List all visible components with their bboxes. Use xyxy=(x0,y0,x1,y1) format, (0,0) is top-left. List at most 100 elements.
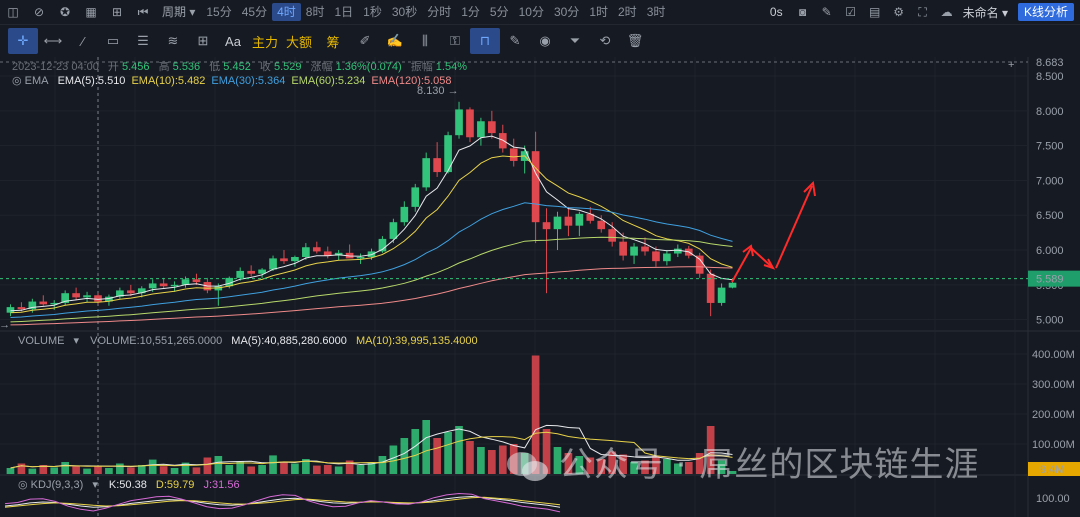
candle-body xyxy=(663,253,671,262)
volume-bar xyxy=(126,467,135,474)
volume-bar xyxy=(50,467,59,474)
kdj-line-k xyxy=(4,495,561,508)
candle-body xyxy=(17,307,26,310)
volume-bar xyxy=(61,462,70,474)
candle-body xyxy=(630,246,638,256)
wechat-icon xyxy=(507,451,548,481)
volume-bar xyxy=(258,465,266,474)
candle-body xyxy=(269,258,277,270)
current-price-label: 5.589 xyxy=(1036,274,1064,286)
volume-dropdown-icon[interactable]: ▾ xyxy=(74,335,80,347)
kdj-tick-label: 100.00 xyxy=(1036,493,1070,505)
kdj-j: J:31.56 xyxy=(203,479,240,491)
volume-legend: VOLUME ▾ VOLUME:10,551,265.0000 MA(5):40… xyxy=(18,334,478,347)
candle-body xyxy=(170,284,179,287)
volume-bar xyxy=(280,462,288,474)
volume-bar xyxy=(247,466,255,474)
volume-bar xyxy=(291,463,299,474)
candle-body xyxy=(673,248,682,254)
ohlc-date: 2023-12-23 04:00 xyxy=(12,61,99,73)
open-value: 5.456 xyxy=(121,61,150,73)
volume-tick-label: 400.00M xyxy=(1032,349,1075,361)
volume-bar xyxy=(28,468,37,474)
candle-body xyxy=(6,307,15,313)
open-label: 开 xyxy=(107,61,119,73)
plus-icon: + xyxy=(1008,59,1014,71)
volume-bar xyxy=(444,432,452,474)
volume-bar xyxy=(378,456,387,474)
volume-bar xyxy=(72,466,80,474)
volume-bar xyxy=(356,465,365,474)
volume-bar xyxy=(400,438,409,474)
kdj-legend: ◎ KDJ(9,3,3) ▾ K:50.38 D:59.79 J:31.56 xyxy=(18,478,240,491)
ema-line-30 xyxy=(10,202,733,318)
candle-body xyxy=(389,222,398,239)
high-label: 高 xyxy=(158,61,170,73)
volume-bar xyxy=(334,466,343,474)
ema-label: EMA xyxy=(24,75,49,87)
low-value: 5.452 xyxy=(223,61,251,73)
volume-bar xyxy=(477,447,485,474)
volume-bar xyxy=(225,465,234,474)
candle-body xyxy=(728,282,737,288)
volume-label: VOLUME xyxy=(18,335,65,347)
volume-bar xyxy=(17,463,26,474)
ema-toggle-icon[interactable]: ◎ xyxy=(12,75,25,87)
candle-body xyxy=(400,206,409,223)
low-label: 低 xyxy=(209,61,221,73)
kdj-dropdown-icon[interactable]: ▾ xyxy=(92,479,98,491)
candle-body xyxy=(488,121,496,134)
volume-bar xyxy=(203,457,212,474)
kdj-toggle-icon[interactable]: ◎ xyxy=(18,479,28,491)
kdj-d: D:59.79 xyxy=(155,479,195,491)
ema-value-0: EMA(5):5.510 xyxy=(57,75,126,87)
volume-bar xyxy=(192,467,201,474)
candle-body xyxy=(312,247,321,252)
volume-bar xyxy=(6,468,15,474)
watermark-text: 公众号 · 屌丝的区块链生涯 xyxy=(559,445,980,485)
ema-legend: ◎ EMA EMA(5):5.510 EMA(10):5.482 EMA(30):5… xyxy=(12,74,458,87)
change-label: 涨幅 xyxy=(310,61,333,73)
kdj-k: K:50.38 xyxy=(108,479,147,491)
candle-body xyxy=(619,241,627,256)
candle-body xyxy=(455,109,463,136)
price-tick-label: 5.000 xyxy=(1036,315,1064,327)
volume-bar xyxy=(170,468,179,474)
ema-value-2: EMA(30):5.364 xyxy=(211,75,286,87)
price-tick-label: 6.500 xyxy=(1036,210,1064,222)
price-tick-label: 8.500 xyxy=(1036,71,1064,83)
volume-bar xyxy=(411,429,420,474)
amplitude-value: 1.54% xyxy=(435,61,467,73)
candle-body xyxy=(236,270,245,278)
candle-body xyxy=(291,256,299,262)
candle-body xyxy=(94,295,102,302)
candle-body xyxy=(542,222,551,230)
candle-body xyxy=(477,121,485,138)
candle-body xyxy=(411,187,420,207)
candle-body xyxy=(717,287,726,303)
ema-value-1: EMA(10):5.482 xyxy=(131,75,206,87)
volume-bar xyxy=(455,426,463,474)
candle-body xyxy=(531,151,540,223)
price-tick-label: 7.500 xyxy=(1036,141,1064,153)
volume-bar xyxy=(433,438,441,474)
candle-body xyxy=(564,216,573,226)
candle-body xyxy=(39,301,48,305)
top-marker-label: 8.683 xyxy=(1036,57,1064,69)
volume-bar xyxy=(105,468,113,474)
volume-tick-label: 100.00M xyxy=(1032,439,1075,451)
candle-body xyxy=(159,283,168,287)
change-value: 1.36%(0.074) xyxy=(335,61,402,73)
candle-body xyxy=(83,295,91,298)
volume-ma5: MA(5):40,885,280.6000 xyxy=(231,335,347,347)
kdj-label: KDJ(9,3,3) xyxy=(30,479,84,491)
price-tick-label: 7.000 xyxy=(1036,175,1064,187)
volume-ma10: MA(10):39,995,135.4000 xyxy=(355,335,478,347)
candle-body xyxy=(706,273,715,303)
candle-body xyxy=(652,251,660,262)
candle-body xyxy=(422,158,431,188)
candle-body xyxy=(72,293,80,298)
volume-bar xyxy=(159,466,168,474)
candle-body xyxy=(280,258,288,262)
candle-body xyxy=(641,246,649,252)
